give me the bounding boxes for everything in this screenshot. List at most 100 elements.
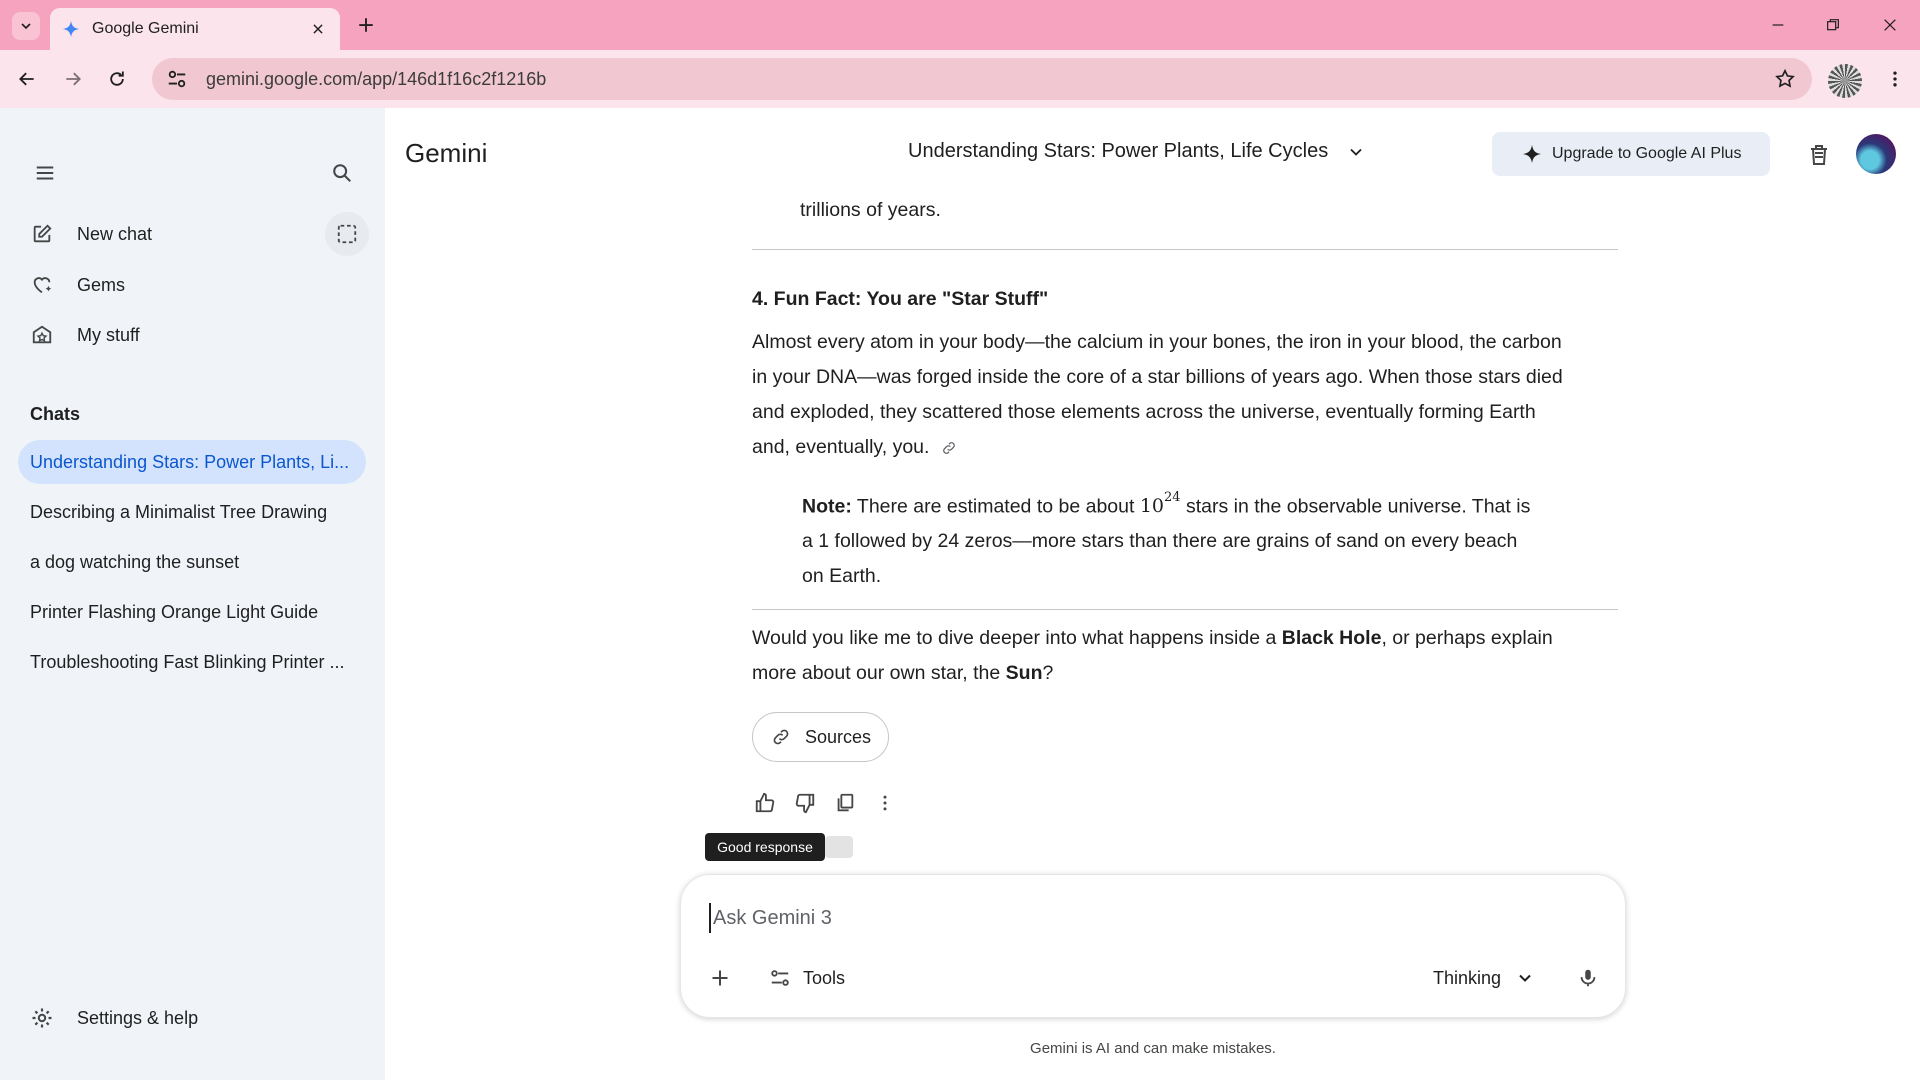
temporary-chat-button[interactable] <box>325 212 369 256</box>
microphone-button[interactable] <box>1573 963 1603 993</box>
note-label: Note: <box>802 495 852 518</box>
chat-item[interactable]: Printer Flashing Orange Light Guide <box>18 590 366 634</box>
url-text[interactable]: gemini.google.com/app/146d1f16c2f1216b <box>206 69 546 90</box>
chevron-down-icon <box>1350 148 1362 156</box>
followup-line-2: more about our own star, the Sun? <box>752 656 1620 691</box>
copy-icon <box>837 793 854 812</box>
hamburger-menu-icon <box>36 166 54 180</box>
sidebar-item-my-stuff[interactable]: My stuff <box>18 313 368 357</box>
chevron-down-icon <box>1519 974 1531 982</box>
thumbs-up-button[interactable] <box>750 788 780 818</box>
minimize-icon <box>1772 24 1784 26</box>
upgrade-button[interactable]: Upgrade to Google AI Plus <box>1492 132 1770 176</box>
browser-tab-bar: Google Gemini <box>0 0 1920 50</box>
sidebar-item-label: Gems <box>77 274 126 295</box>
note-text: There are estimated to be about <box>856 495 1135 518</box>
browser-menu-button[interactable] <box>1882 66 1908 92</box>
more-options-button[interactable] <box>870 788 900 818</box>
my-stuff-icon <box>30 323 54 347</box>
account-avatar[interactable] <box>1856 134 1896 174</box>
forward-button[interactable] <box>60 66 86 92</box>
restore-button[interactable] <box>1821 13 1845 37</box>
prompt-composer: Tools Thinking <box>680 874 1626 1018</box>
browser-tab[interactable]: Google Gemini <box>50 8 340 50</box>
note-line-1: Note: There are estimated to be about 10… <box>802 484 1582 524</box>
thumbs-up-icon <box>755 792 775 813</box>
sidebar-item-new-chat[interactable]: New chat <box>18 212 368 256</box>
reload-button[interactable] <box>104 66 130 92</box>
source-link-icon[interactable] <box>937 436 961 460</box>
upgrade-label: Upgrade to Google AI Plus <box>1552 145 1742 162</box>
microphone-icon <box>1580 969 1596 987</box>
chat-item-active[interactable]: Understanding Stars: Power Plants, Li... <box>18 440 366 484</box>
fun-fact-heading: 4. Fun Fact: You are "Star Stuff" <box>752 288 1049 310</box>
arrow-left-icon <box>19 72 34 86</box>
chat-item[interactable]: Troubleshooting Fast Blinking Printer ..… <box>18 640 366 684</box>
sources-label: Sources <box>805 726 872 747</box>
delete-chat-button[interactable] <box>1804 140 1834 170</box>
paragraph-line: Almost every atom in your body—the calci… <box>752 331 1562 353</box>
divider <box>752 609 1618 610</box>
note-line-2: a 1 followed by 24 zeros—more stars than… <box>802 530 1518 553</box>
browser-toolbar: gemini.google.com/app/146d1f16c2f1216b <box>0 50 1920 108</box>
main-menu-button[interactable] <box>25 153 65 193</box>
fun-fact-paragraph: Almost every atom in your body—the calci… <box>752 325 1620 465</box>
conversation-title-dropdown[interactable]: Understanding Stars: Power Plants, Life … <box>908 140 1366 163</box>
plus-icon <box>712 970 728 986</box>
chats-heading: Chats <box>30 404 81 424</box>
followup-text: more about our own star, the <box>752 662 1001 684</box>
link-icon <box>773 729 789 745</box>
minimize-button[interactable] <box>1766 13 1790 37</box>
paragraph-line-last: and, eventually, you. <box>752 430 1620 465</box>
search-icon <box>333 164 351 182</box>
sidebar-item-gems[interactable]: Gems <box>18 263 368 307</box>
new-tab-button[interactable] <box>354 13 378 37</box>
note-block: Note: There are estimated to be about 10… <box>802 484 1582 594</box>
model-mode-label: Thinking <box>1433 967 1502 988</box>
gear-icon <box>32 1008 52 1028</box>
chevron-down-icon <box>21 23 31 30</box>
chat-item[interactable]: Describing a Minimalist Tree Drawing <box>18 490 366 534</box>
prompt-input[interactable] <box>709 903 1589 933</box>
followup-bold: Black Hole <box>1281 627 1382 649</box>
more-vertical-icon <box>883 795 887 811</box>
tools-button[interactable]: Tools <box>769 963 845 993</box>
browser-profile-avatar[interactable] <box>1826 62 1864 100</box>
model-mode-dropdown[interactable]: Thinking <box>1433 963 1535 993</box>
add-attachment-button[interactable] <box>707 965 733 991</box>
thumbs-down-button[interactable] <box>790 788 820 818</box>
followup-line-1: Would you like me to dive deeper into wh… <box>752 621 1620 656</box>
arrow-right-icon <box>66 72 81 86</box>
settings-and-help-button[interactable]: Settings & help <box>18 996 198 1040</box>
back-button[interactable] <box>14 66 40 92</box>
close-tab-icon[interactable] <box>308 19 328 39</box>
note-text: stars in the observable universe. That i… <box>1186 495 1531 518</box>
dashed-square-icon <box>337 224 357 244</box>
settings-label: Settings & help <box>77 1007 199 1028</box>
gem-heart-icon <box>30 273 54 297</box>
address-bar[interactable]: gemini.google.com/app/146d1f16c2f1216b <box>152 58 1812 100</box>
app-brand: Gemini <box>405 138 488 168</box>
tab-search-button[interactable] <box>12 12 40 40</box>
tab-title: Google Gemini <box>92 20 199 37</box>
paragraph-line: in your DNA—was forged inside the core o… <box>752 366 1563 388</box>
sparkle-icon <box>1522 144 1542 164</box>
divider <box>752 249 1618 250</box>
search-chats-button[interactable] <box>322 153 362 193</box>
tooltip-ghost <box>825 836 853 858</box>
gemini-spark-icon <box>62 20 80 38</box>
paragraph-line: and, eventually, you. <box>752 436 930 458</box>
close-window-button[interactable] <box>1878 13 1902 37</box>
bookmark-star-icon[interactable] <box>1774 68 1796 90</box>
conversation-title: Understanding Stars: Power Plants, Life … <box>908 140 1329 162</box>
site-info-icon[interactable] <box>166 68 188 90</box>
tools-label: Tools <box>803 967 846 988</box>
copy-button[interactable] <box>830 788 860 818</box>
note-exponent: 24 <box>1164 490 1181 505</box>
chat-item[interactable]: a dog watching the sunset <box>18 540 366 584</box>
sources-button[interactable]: Sources <box>752 712 889 762</box>
plus-icon <box>359 18 373 32</box>
followup-text: Would you like me to dive deeper into wh… <box>752 627 1277 649</box>
ai-disclaimer: Gemini is AI and can make mistakes. <box>1030 1040 1276 1057</box>
tools-sliders-icon <box>771 970 789 986</box>
